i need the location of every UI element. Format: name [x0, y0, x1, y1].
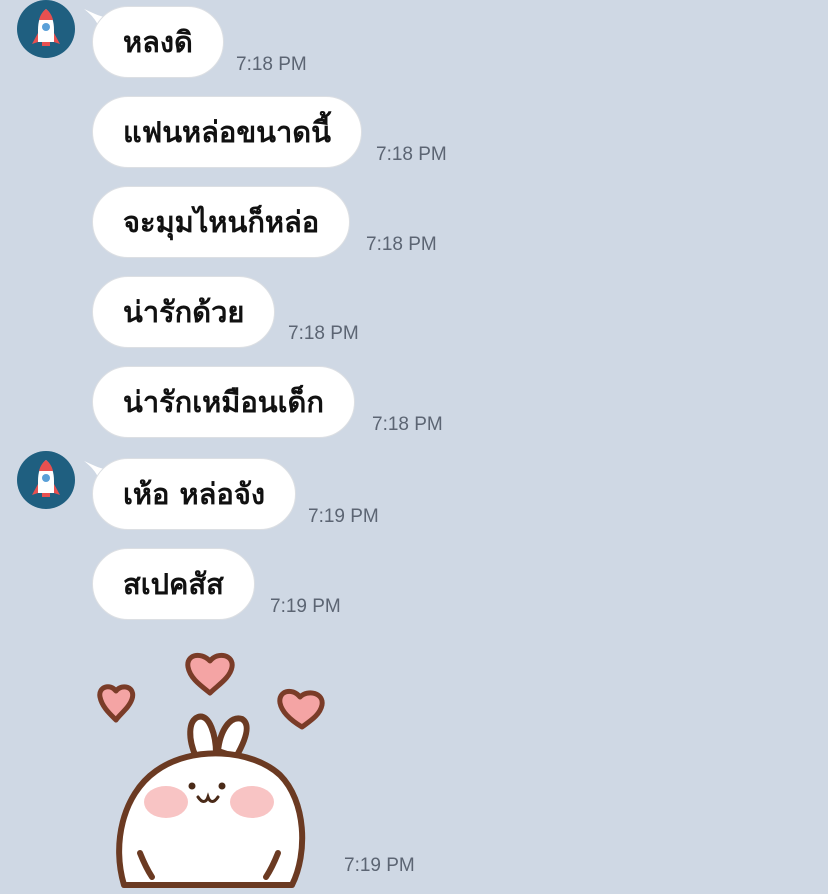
message-text: เห้อ หล่อจัง: [123, 477, 265, 511]
message-text: น่ารักเหมือนเด็ก: [123, 385, 324, 419]
message-bubble[interactable]: หลงดิ: [92, 6, 224, 78]
heart-icon: [185, 652, 235, 696]
message-bubble[interactable]: น่ารักด้วย: [92, 276, 276, 348]
heart-icon: [97, 684, 136, 723]
message-timestamp: 7:18 PM: [236, 54, 307, 75]
message-text: สเปคสัส: [123, 567, 224, 601]
message-timestamp: 7:19 PM: [308, 506, 379, 527]
sender-avatar[interactable]: [17, 451, 75, 509]
message-text: จะมุมไหนก็หล่อ: [123, 205, 320, 239]
message-timestamp: 7:18 PM: [366, 234, 437, 255]
message-timestamp: 7:19 PM: [270, 596, 341, 617]
sender-avatar[interactable]: [17, 0, 75, 58]
sticker-timestamp: 7:19 PM: [344, 855, 415, 876]
message-bubble[interactable]: จะมุมไหนก็หล่อ: [92, 186, 351, 258]
message-text: หลงดิ: [123, 25, 193, 59]
rocket-icon: [32, 460, 60, 497]
message-text: น่ารักด้วย: [123, 295, 245, 329]
message-bubble[interactable]: เห้อ หล่อจัง: [92, 458, 296, 530]
message-bubble[interactable]: แฟนหล่อขนาดนี้: [92, 96, 362, 168]
heart-icon: [277, 688, 325, 730]
message-timestamp: 7:18 PM: [372, 414, 443, 435]
message-bubble[interactable]: สเปคสัส: [92, 548, 255, 620]
rocket-icon: [32, 9, 60, 46]
bunny-with-hearts-sticker[interactable]: [92, 645, 338, 890]
message-timestamp: 7:18 PM: [288, 323, 359, 344]
message-bubble[interactable]: น่ารักเหมือนเด็ก: [92, 366, 355, 438]
message-text: แฟนหล่อขนาดนี้: [123, 115, 331, 149]
message-timestamp: 7:18 PM: [376, 144, 447, 165]
